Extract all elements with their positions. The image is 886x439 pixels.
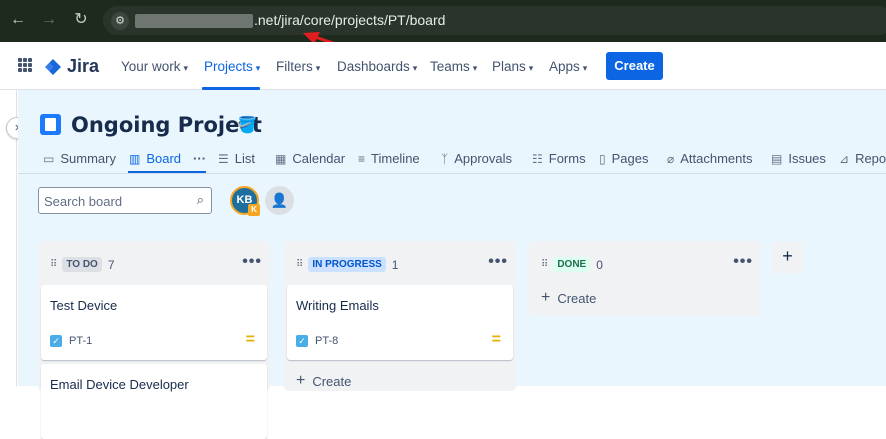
nav-plans[interactable]: Plans ▾	[492, 59, 533, 74]
column-count: 0	[596, 257, 603, 272]
tab-calendar[interactable]: ▦ Calendar	[275, 151, 345, 166]
nav-projects[interactable]: Projects ▾	[204, 59, 260, 74]
priority-medium-icon: =	[245, 331, 255, 348]
tabs-divider	[18, 173, 886, 174]
address-bar[interactable]: ⚙ .net/jira/core/projects/PT/board	[103, 6, 886, 35]
tab-pages[interactable]: ▯ Pages	[599, 151, 648, 166]
nav-apps[interactable]: Apps ▾	[549, 59, 587, 74]
nav-teams[interactable]: Teams ▾	[430, 59, 477, 74]
board-column-todo: ⠿ TO DO 7 ••• Test Device ✓ PT-1 = Email…	[38, 241, 270, 439]
search-icon: ⌕	[196, 192, 204, 207]
nav-your-work[interactable]: Your work ▾	[121, 59, 188, 74]
plus-icon: +	[296, 372, 306, 389]
column-more-icon[interactable]: •••	[488, 253, 508, 271]
status-badge: DONE	[553, 257, 591, 272]
board-column-done: ⠿ DONE 0 ••• + Create	[529, 241, 761, 316]
issue-key[interactable]: PT-8	[315, 335, 338, 347]
drag-handle-icon[interactable]: ⠿	[50, 259, 57, 270]
search-board-input[interactable]: Search board ⌕	[38, 187, 212, 214]
summary-icon: ▭	[43, 151, 55, 166]
more-icon: ···	[193, 151, 207, 166]
drag-handle-icon[interactable]: ⠿	[541, 259, 548, 270]
card-title: Email Device Developer	[50, 377, 189, 392]
tab-forms[interactable]: ☷ Forms	[532, 151, 586, 166]
browser-toolbar: ← → ↻ ⚙ .net/jira/core/projects/PT/board	[0, 0, 886, 42]
task-type-icon: ✓	[296, 335, 308, 347]
chevron-down-icon: ▾	[412, 63, 418, 73]
chevron-down-icon: ▾	[472, 63, 478, 73]
project-title: Ongoing Project	[71, 113, 262, 137]
create-issue-button[interactable]: + Create	[541, 289, 596, 307]
tab-attachments[interactable]: ⌀ Attachments	[667, 151, 753, 166]
drag-handle-icon[interactable]: ⠿	[296, 259, 303, 270]
nav-filters[interactable]: Filters ▾	[276, 59, 320, 74]
tab-board[interactable]: ▥ Board ···	[129, 151, 206, 166]
url-text: .net/jira/core/projects/PT/board	[254, 12, 446, 28]
create-issue-button[interactable]: + Create	[296, 372, 351, 390]
board-column-in-progress: ⠿ IN PROGRESS 1 ••• Writing Emails ✓ PT-…	[284, 241, 516, 391]
reports-icon: ⊿	[839, 151, 850, 166]
jira-logo-text: Jira	[67, 56, 100, 76]
card-title: Test Device	[50, 298, 118, 313]
plus-icon: +	[541, 289, 551, 306]
reload-icon[interactable]: ↻	[70, 9, 92, 31]
card-title: Writing Emails	[296, 298, 379, 313]
tab-issues[interactable]: ▤ Issues	[771, 151, 826, 166]
avatar-badge: K	[248, 204, 260, 216]
timeline-icon: ≡	[358, 151, 366, 166]
status-badge: TO DO	[62, 257, 102, 272]
chevron-down-icon: ▾	[255, 63, 261, 73]
nav-dashboards[interactable]: Dashboards ▾	[337, 59, 417, 74]
app-switcher-icon[interactable]	[18, 58, 32, 72]
chevron-down-icon: ▾	[183, 63, 189, 73]
column-more-icon[interactable]: •••	[242, 253, 262, 271]
redacted-domain	[135, 14, 253, 28]
tab-approvals[interactable]: ᛉ Approvals	[441, 151, 512, 166]
add-people-icon[interactable]: 👤	[265, 186, 294, 215]
chevron-down-icon: ▾	[315, 63, 321, 73]
issue-card[interactable]: Writing Emails ✓ PT-8 =	[287, 285, 513, 360]
pages-icon: ▯	[599, 151, 606, 166]
priority-medium-icon: =	[491, 331, 501, 348]
issues-icon: ▤	[771, 151, 783, 166]
attachment-icon: ⌀	[667, 151, 675, 166]
back-icon[interactable]: ←	[7, 9, 29, 31]
paint-bucket-icon[interactable]: 🪣	[237, 115, 257, 135]
board-icon: ▥	[129, 151, 141, 166]
add-column-button[interactable]: +	[772, 242, 803, 273]
issue-card[interactable]: Email Device Developer	[41, 364, 267, 439]
tab-reports[interactable]: ⊿ Repo	[839, 151, 886, 166]
status-badge: IN PROGRESS	[308, 257, 386, 272]
search-placeholder: Search board	[44, 194, 123, 209]
column-count: 7	[107, 257, 115, 272]
forms-icon: ☷	[532, 151, 543, 166]
create-label: Create	[557, 290, 597, 306]
tab-list[interactable]: ☰ List	[218, 151, 255, 166]
issue-key[interactable]: PT-1	[69, 335, 92, 347]
project-avatar	[40, 114, 61, 135]
approvals-icon: ᛉ	[441, 151, 449, 166]
column-more-icon[interactable]: •••	[733, 253, 753, 271]
chevron-down-icon: ▾	[582, 63, 588, 73]
issue-card[interactable]: Test Device ✓ PT-1 =	[41, 285, 267, 360]
calendar-icon: ▦	[275, 151, 287, 166]
list-icon: ☰	[218, 151, 229, 166]
tab-summary[interactable]: ▭ Summary	[43, 151, 116, 166]
site-settings-icon[interactable]: ⚙	[111, 12, 129, 30]
create-label: Create	[312, 373, 352, 389]
task-type-icon: ✓	[50, 335, 62, 347]
jira-logo-icon	[45, 58, 61, 75]
top-navigation: Jira Your work ▾ Projects ▾ Filters ▾ Dashb…	[0, 42, 886, 90]
forward-icon[interactable]: →	[38, 9, 60, 31]
chevron-down-icon: ▾	[528, 63, 534, 73]
jira-logo[interactable]: Jira	[44, 56, 99, 77]
plus-icon: +	[782, 246, 793, 266]
column-count: 1	[391, 257, 399, 272]
tab-timeline[interactable]: ≡ Timeline	[358, 151, 420, 166]
create-button[interactable]: Create	[606, 52, 663, 80]
